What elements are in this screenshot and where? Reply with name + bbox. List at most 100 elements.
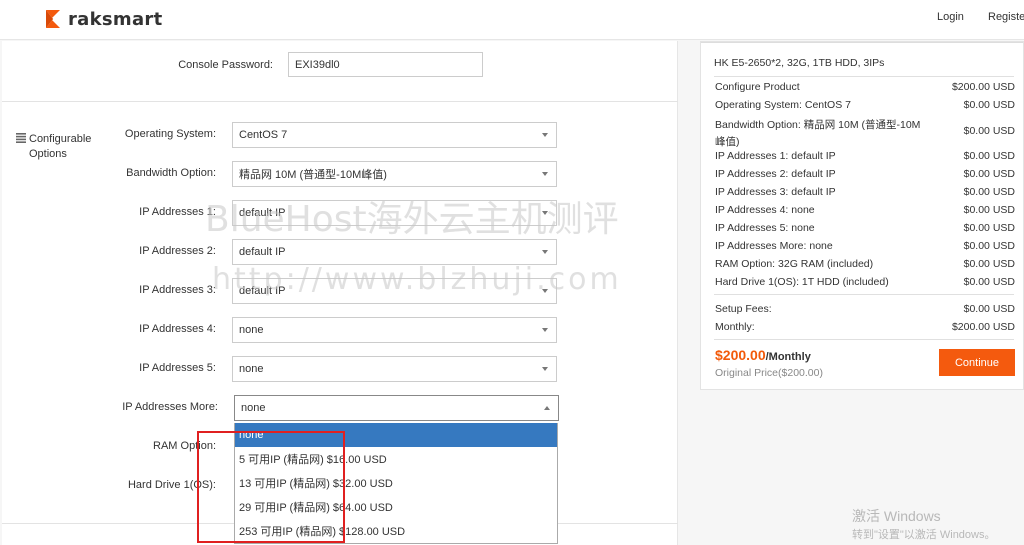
ip-addresses-2-label: IP Addresses 2:	[139, 245, 216, 257]
setup-fees-label: Setup Fees:	[715, 303, 772, 315]
ip-addresses-1-select[interactable]: default IP	[232, 200, 557, 226]
dropdown-option[interactable]: 253 可用IP (精品网) $128.00 USD	[235, 519, 557, 543]
continue-button[interactable]: Continue	[939, 349, 1015, 376]
windows-activation-subtitle: 转到"设置"以激活 Windows。	[852, 529, 996, 541]
summary-row: IP Addresses More: none $0.00 USD	[715, 240, 1015, 252]
summary-row-label: IP Addresses More: none	[715, 240, 833, 252]
ip-addresses-more-value: none	[241, 402, 266, 414]
summary-row-label: IP Addresses 1: default IP	[715, 150, 836, 162]
ip-addresses-3-label: IP Addresses 3:	[139, 284, 216, 296]
summary-row: IP Addresses 2: default IP $0.00 USD	[715, 168, 1015, 180]
ip-addresses-more-dropdown: none 5 可用IP (精品网) $16.00 USD 13 可用IP (精品…	[234, 423, 558, 544]
chevron-down-icon	[542, 289, 548, 293]
total-amount: $200.00	[715, 347, 766, 363]
chevron-down-icon	[542, 367, 548, 371]
logo-text: raksmart	[68, 8, 163, 30]
raksmart-logo[interactable]: raksmart	[42, 8, 163, 30]
original-price: Original Price($200.00)	[715, 367, 823, 379]
ip-addresses-2-select[interactable]: default IP	[232, 239, 557, 265]
dropdown-option[interactable]: 5 可用IP (精品网) $16.00 USD	[235, 447, 557, 471]
setup-fees-price: $0.00 USD	[963, 303, 1015, 315]
summary-row: Configure Product $200.00 USD	[715, 81, 1015, 93]
register-link[interactable]: Registe	[988, 11, 1024, 23]
chevron-down-icon	[542, 250, 548, 254]
bandwidth-option-select[interactable]: 精品网 10M (普通型-10M峰值)	[232, 161, 557, 187]
summary-row-label: IP Addresses 3: default IP	[715, 186, 836, 198]
ip-addresses-4-value: none	[239, 324, 264, 336]
summary-divider	[714, 294, 1014, 295]
summary-row-price: $0.00 USD	[963, 99, 1015, 111]
ip-addresses-2-value: default IP	[239, 246, 286, 258]
ip-addresses-more-select[interactable]: none	[234, 395, 559, 421]
summary-top-border	[701, 42, 1023, 43]
summary-row: Hard Drive 1(OS): 1T HDD (included) $0.00…	[715, 276, 1015, 288]
ip-addresses-more-label: IP Addresses More:	[122, 401, 218, 413]
summary-row-label: IP Addresses 4: none	[715, 204, 815, 216]
summary-row-label: RAM Option: 32G RAM (included)	[715, 258, 874, 270]
section-divider	[2, 101, 678, 102]
console-password-value: EXI39dl0	[295, 58, 340, 71]
monthly-label: Monthly:	[715, 321, 755, 333]
ip-addresses-1-value: default IP	[239, 207, 286, 219]
summary-row-price: $0.00 USD	[963, 222, 1015, 234]
dropdown-option[interactable]: none	[235, 423, 557, 447]
summary-row-label: IP Addresses 5: none	[715, 222, 815, 234]
chevron-down-icon	[542, 172, 548, 176]
section-title-line1: Configurable	[29, 133, 92, 145]
summary-row-label: Hard Drive 1(OS): 1T HDD (included)	[715, 276, 889, 288]
summary-row-price: $0.00 USD	[963, 276, 1015, 288]
summary-row: RAM Option: 32G RAM (included) $0.00 USD	[715, 258, 1015, 270]
summary-divider	[714, 76, 1014, 77]
ip-addresses-3-value: default IP	[239, 285, 286, 297]
monthly-row: Monthly: $200.00 USD	[715, 321, 1015, 333]
top-navbar: raksmart Login Registe	[0, 0, 1024, 40]
setup-fees-row: Setup Fees: $0.00 USD	[715, 303, 1015, 315]
operating-system-label: Operating System:	[124, 128, 216, 140]
dropdown-option[interactable]: 29 可用IP (精品网) $64.00 USD	[235, 495, 557, 519]
section-title-line2: Options	[29, 148, 67, 160]
monthly-price: $200.00 USD	[951, 321, 1015, 333]
summary-row-price: $0.00 USD	[963, 150, 1015, 162]
ip-addresses-4-select[interactable]: none	[232, 317, 557, 343]
chevron-down-icon	[542, 328, 548, 332]
windows-activation-title: 激活 Windows	[852, 508, 941, 524]
chevron-down-icon	[542, 211, 548, 215]
summary-row-label: IP Addresses 2: default IP	[715, 168, 836, 180]
ip-addresses-1-label: IP Addresses 1:	[139, 206, 216, 218]
summary-row: Bandwidth Option: 精品网 10M (普通型-10M 峰值) $…	[715, 117, 1015, 148]
raksmart-logo-icon	[46, 10, 60, 28]
summary-row-price: $0.00 USD	[963, 168, 1015, 180]
summary-row: IP Addresses 5: none $0.00 USD	[715, 222, 1015, 234]
operating-system-select[interactable]: CentOS 7	[232, 122, 557, 148]
summary-row-label: Operating System: CentOS 7	[715, 99, 851, 111]
ip-addresses-5-label: IP Addresses 5:	[139, 362, 216, 374]
summary-row-price: $0.00 USD	[963, 240, 1015, 252]
summary-row: IP Addresses 1: default IP $0.00 USD	[715, 150, 1015, 162]
summary-row-price: $0.00 USD	[963, 186, 1015, 198]
total-price: $200.00/Monthly	[715, 347, 811, 363]
total-period: /Monthly	[765, 351, 811, 363]
summary-row: IP Addresses 3: default IP $0.00 USD	[715, 186, 1015, 198]
bandwidth-option-value: 精品网 10M (普通型-10M峰值)	[239, 169, 387, 181]
dropdown-option[interactable]: 13 可用IP (精品网) $32.00 USD	[235, 471, 557, 495]
chevron-up-icon	[544, 406, 550, 410]
ip-addresses-5-value: none	[239, 363, 264, 375]
console-password-label: Console Password:	[178, 59, 273, 71]
summary-row-price: $0.00 USD	[963, 204, 1015, 216]
ip-addresses-3-select[interactable]: default IP	[232, 278, 557, 304]
summary-row: Operating System: CentOS 7 $0.00 USD	[715, 99, 1015, 111]
order-summary-panel: HK E5-2650*2, 32G, 1TB HDD, 3IPs Configu…	[700, 41, 1024, 390]
console-password-input[interactable]: EXI39dl0	[288, 52, 483, 77]
summary-row-price: $200.00 USD	[951, 81, 1015, 93]
summary-row-price: $0.00 USD	[963, 258, 1015, 270]
ip-addresses-4-label: IP Addresses 4:	[139, 323, 216, 335]
summary-row-price: $0.00 USD	[963, 125, 1015, 137]
ram-option-label: RAM Option:	[153, 440, 216, 452]
summary-row: IP Addresses 4: none $0.00 USD	[715, 204, 1015, 216]
hard-drive-label: Hard Drive 1(OS):	[127, 479, 216, 491]
operating-system-value: CentOS 7	[239, 129, 288, 141]
ip-addresses-5-select[interactable]: none	[232, 356, 557, 382]
login-link[interactable]: Login	[937, 11, 964, 23]
list-icon	[16, 133, 26, 143]
product-title: HK E5-2650*2, 32G, 1TB HDD, 3IPs	[714, 57, 885, 69]
